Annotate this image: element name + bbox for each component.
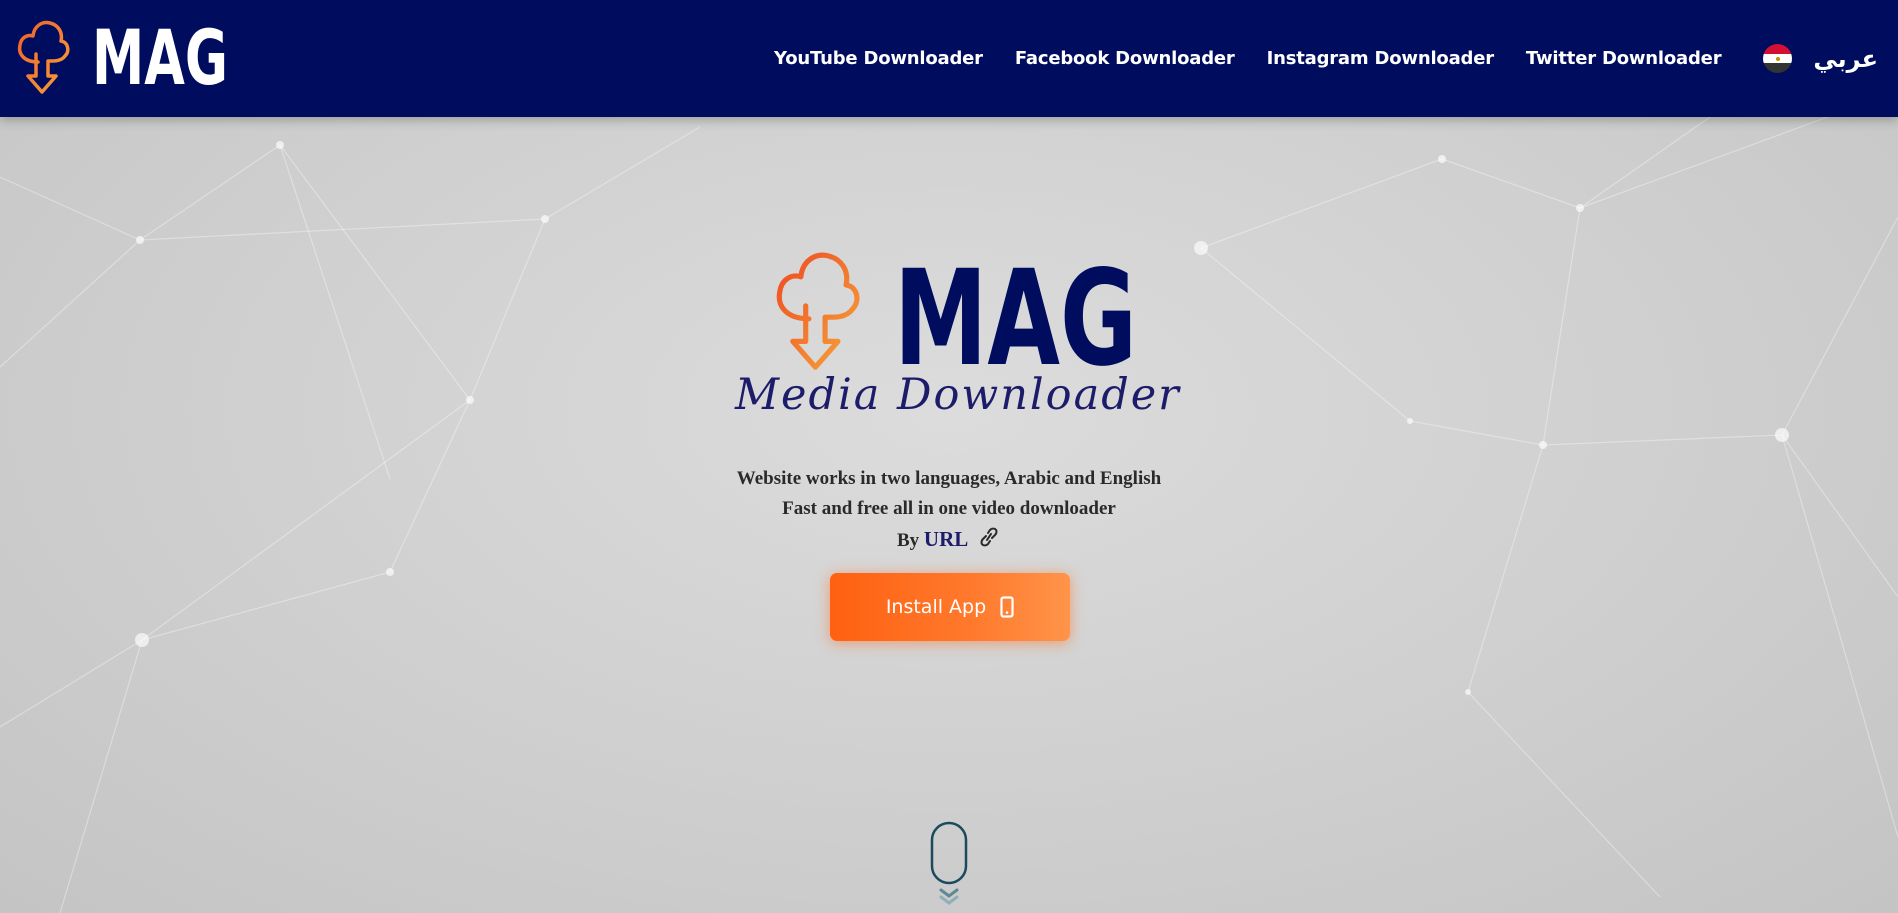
nav-instagram-downloader[interactable]: Instagram Downloader [1267, 48, 1495, 69]
link-icon [980, 527, 998, 547]
nav-facebook-downloader[interactable]: Facebook Downloader [1015, 48, 1235, 69]
svg-text:MAG: MAG [92, 20, 228, 90]
nav-youtube-downloader[interactable]: YouTube Downloader [774, 48, 983, 69]
install-app-button[interactable]: Install App [830, 573, 1070, 641]
svg-text:MAG: MAG [894, 250, 1137, 368]
main-navigation: YouTube Downloader Facebook Downloader I… [774, 0, 1898, 117]
scroll-down-mouse-icon[interactable] [930, 821, 968, 907]
cloud-download-icon [776, 252, 860, 370]
brand-logo-link[interactable]: MAG [12, 14, 228, 96]
brand-wordmark: MAG [92, 20, 228, 90]
top-navbar: MAG YouTube Downloader Facebook Download… [0, 0, 1898, 117]
hero-wordmark: MAG [894, 250, 1137, 368]
hero-line-by-url: By URL [649, 524, 1249, 556]
nav-twitter-downloader[interactable]: Twitter Downloader [1526, 48, 1722, 69]
language-label: عربي [1813, 44, 1878, 73]
hero-line-fast-free: Fast and free all in one video downloade… [782, 498, 1116, 519]
url-link[interactable]: URL [924, 527, 968, 551]
hero-line-languages: Website works in two languages, Arabic a… [736, 468, 1162, 489]
mobile-phone-icon [1000, 596, 1014, 618]
install-app-label: Install App [885, 596, 987, 618]
egypt-flag-icon [1763, 44, 1793, 73]
logo-tagline: Media Downloader [735, 370, 1181, 420]
hero-logo: MAG Media Downloader [735, 238, 1181, 423]
language-switcher[interactable]: عربي [1763, 44, 1878, 73]
by-prefix: By [896, 530, 920, 551]
hero-description: Website works in two languages, Arabic a… [649, 464, 1249, 556]
cloud-download-icon [17, 20, 70, 94]
